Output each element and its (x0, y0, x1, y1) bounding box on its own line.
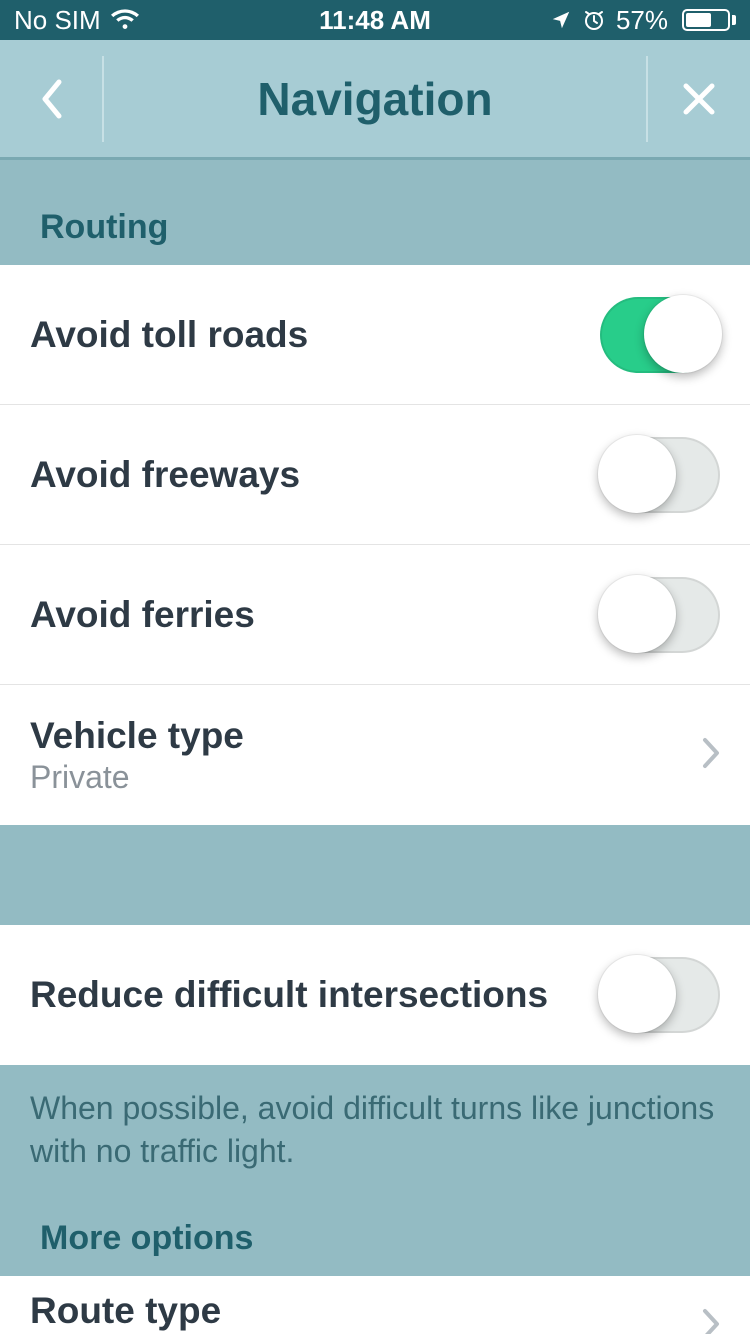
routing-group: Avoid toll roads Avoid freeways Avoid fe… (0, 265, 750, 825)
chevron-right-icon (702, 1308, 720, 1334)
back-button[interactable] (0, 56, 104, 142)
row-value: Private (30, 759, 244, 796)
row-avoid-ferries[interactable]: Avoid ferries (0, 545, 750, 685)
toggle-reduce-difficult-intersections[interactable] (600, 957, 720, 1033)
row-label: Avoid ferries (30, 594, 255, 636)
wifi-icon (111, 9, 139, 31)
row-label: Vehicle type (30, 715, 244, 757)
row-label: Reduce difficult intersections (30, 974, 548, 1016)
close-button[interactable] (646, 56, 750, 142)
row-label: Avoid toll roads (30, 314, 308, 356)
more-options-group: Route type Fastest (0, 1276, 750, 1334)
row-vehicle-type[interactable]: Vehicle type Private (0, 685, 750, 825)
row-route-type[interactable]: Route type Fastest (0, 1276, 750, 1334)
section-header-more-options: More options (0, 1183, 750, 1276)
row-label: Route type (30, 1290, 221, 1332)
chevron-right-icon (702, 737, 720, 774)
row-reduce-difficult-intersections[interactable]: Reduce difficult intersections (0, 925, 750, 1065)
difficult-group: Reduce difficult intersections (0, 925, 750, 1065)
close-icon (682, 82, 716, 116)
section-header-routing: Routing (0, 160, 750, 265)
alarm-icon (582, 8, 606, 32)
carrier-label: No SIM (14, 5, 101, 36)
page-title: Navigation (104, 72, 646, 126)
battery-icon (678, 9, 736, 31)
row-label: Avoid freeways (30, 454, 300, 496)
toggle-avoid-ferries[interactable] (600, 577, 720, 653)
chevron-left-icon (39, 78, 63, 120)
toggle-avoid-toll-roads[interactable] (600, 297, 720, 373)
row-avoid-freeways[interactable]: Avoid freeways (0, 405, 750, 545)
status-bar: No SIM 11:48 AM 57% (0, 0, 750, 40)
location-icon (550, 9, 572, 31)
section-description: When possible, avoid difficult turns lik… (0, 1065, 750, 1183)
section-spacer (0, 825, 750, 925)
toggle-avoid-freeways[interactable] (600, 437, 720, 513)
row-avoid-toll-roads[interactable]: Avoid toll roads (0, 265, 750, 405)
battery-pct: 57% (616, 5, 668, 36)
nav-header: Navigation (0, 40, 750, 160)
